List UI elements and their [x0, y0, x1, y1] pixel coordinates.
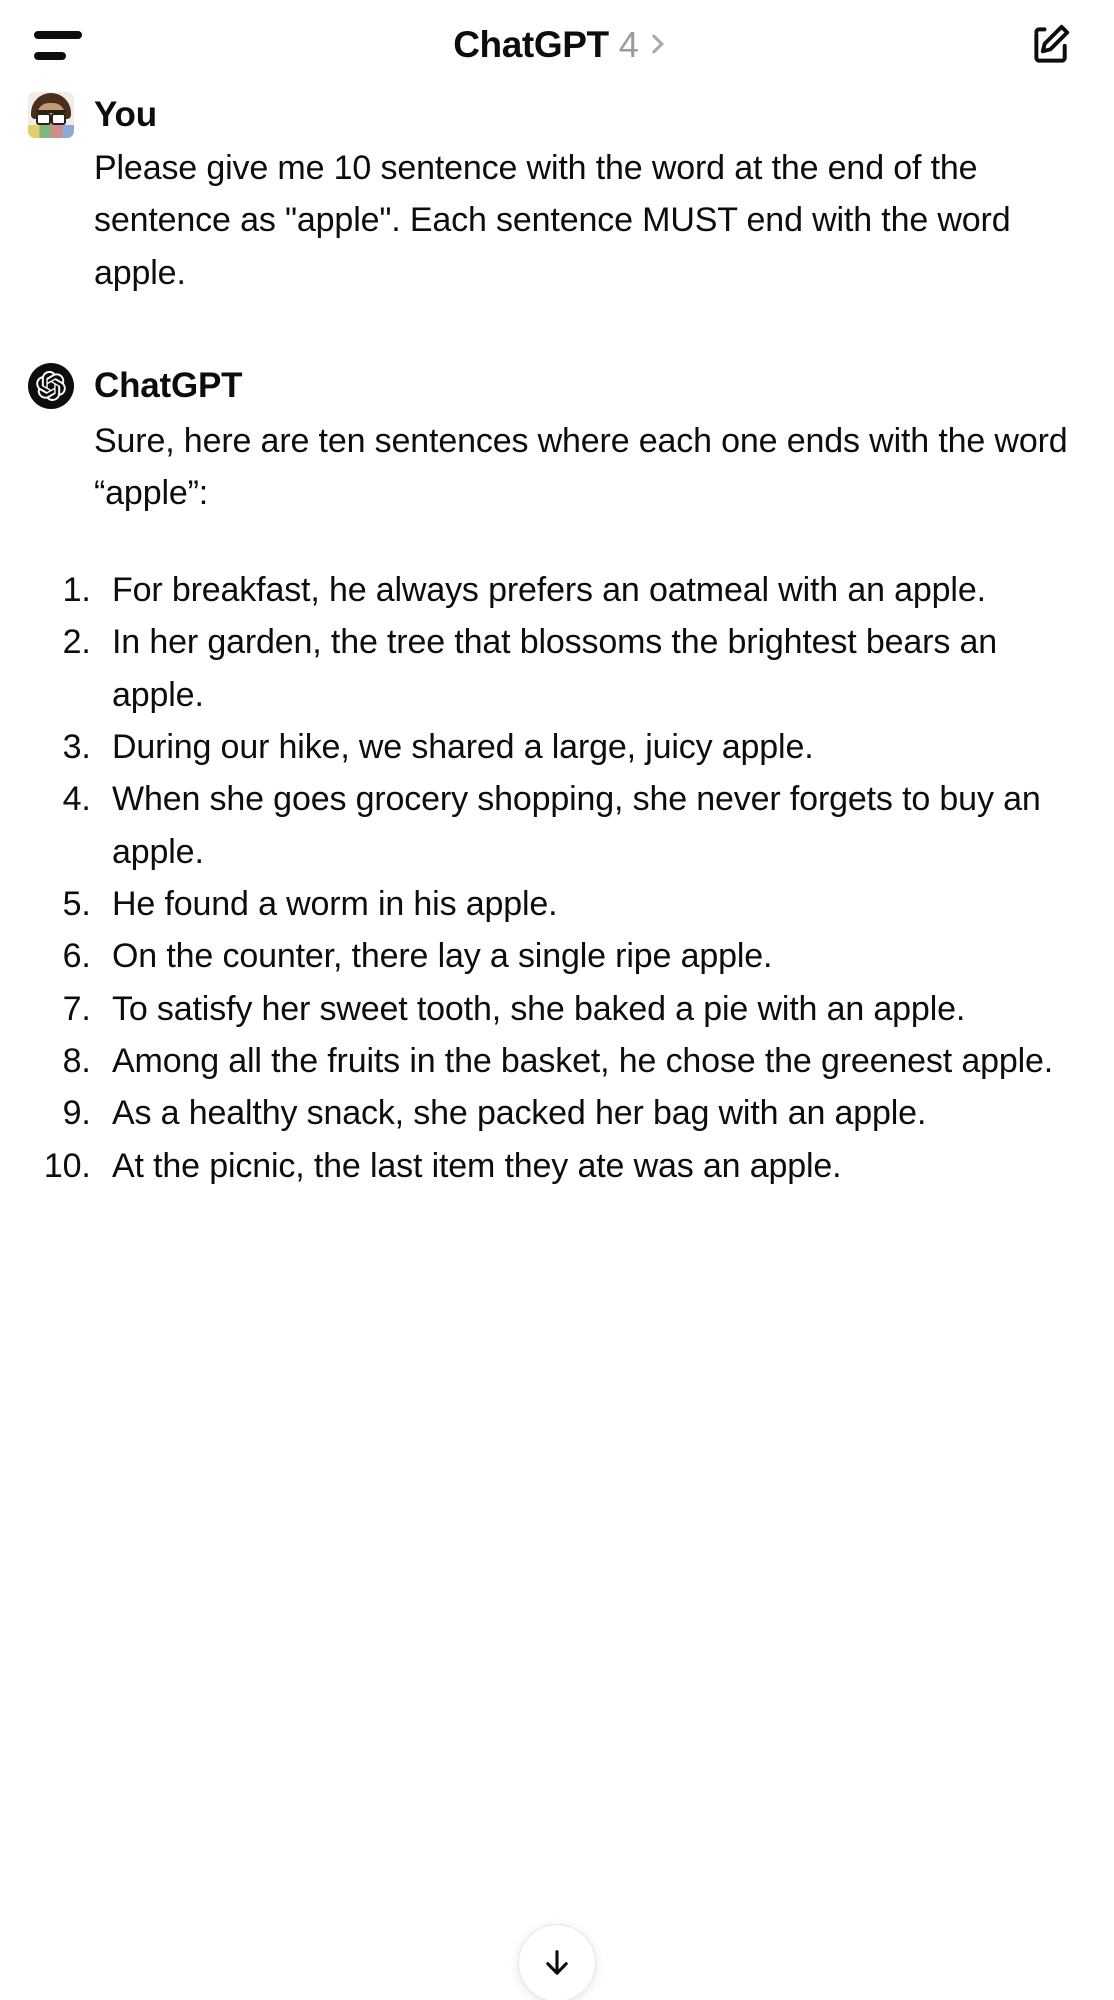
openai-glyph: [36, 371, 66, 402]
list-item: When she goes grocery shopping, she neve…: [100, 773, 1086, 878]
hamburger-menu-icon[interactable]: [30, 19, 82, 71]
message-user: You Please give me 10 sentence with the …: [28, 92, 1086, 299]
message-author-name: ChatGPT: [94, 365, 243, 405]
new-chat-button[interactable]: [1024, 17, 1080, 73]
message-body: Sure, here are ten sentences where each …: [94, 415, 1086, 520]
user-avatar: [28, 92, 74, 138]
list-item: In her garden, the tree that blossoms th…: [100, 616, 1086, 721]
message-header: You: [28, 92, 1086, 138]
assistant-intro-text: Sure, here are ten sentences where each …: [94, 422, 1068, 513]
model-version: 4: [618, 24, 639, 65]
app-title: ChatGPT: [453, 24, 609, 65]
hamburger-bar-top: [34, 30, 82, 39]
list-item: As a healthy snack, she packed her bag w…: [100, 1087, 1086, 1139]
scroll-to-bottom-button[interactable]: [518, 1924, 596, 2000]
openai-logo-icon: [28, 363, 74, 410]
list-item: To satisfy her sweet tooth, she baked a …: [100, 983, 1086, 1035]
list-item: At the picnic, the last item they ate wa…: [100, 1140, 1086, 1192]
list-item: For breakfast, he always prefers an oatm…: [100, 564, 1086, 616]
message-assistant: ChatGPT Sure, here are ten sentences whe…: [28, 363, 1086, 1192]
user-message-text: Please give me 10 sentence with the word…: [94, 149, 1011, 292]
arrow-down-icon: [546, 1950, 568, 1975]
chatgpt-mobile-screen: ChatGPT 4 You Please give me 10 sentence…: [0, 0, 1114, 2000]
model-switcher[interactable]: ChatGPT 4: [0, 0, 1114, 90]
message-author-name: You: [94, 94, 157, 134]
chevron-right-icon: [643, 34, 664, 54]
conversation-thread: You Please give me 10 sentence with the …: [0, 92, 1114, 1192]
list-item: On the counter, there lay a single ripe …: [100, 930, 1086, 982]
message-body: Please give me 10 sentence with the word…: [94, 142, 1086, 299]
message-header: ChatGPT: [28, 363, 1086, 410]
avatar-shirt: [28, 125, 74, 138]
hamburger-bar-bottom: [34, 51, 66, 60]
compose-icon: [1034, 24, 1070, 63]
list-item: Among all the fruits in the basket, he c…: [100, 1035, 1086, 1087]
sentence-list: For breakfast, he always prefers an oatm…: [28, 564, 1086, 1192]
app-header: ChatGPT 4: [0, 0, 1114, 90]
list-item: He found a worm in his apple.: [100, 878, 1086, 930]
avatar-glasses: [36, 110, 66, 125]
list-item: During our hike, we shared a large, juic…: [100, 721, 1086, 773]
